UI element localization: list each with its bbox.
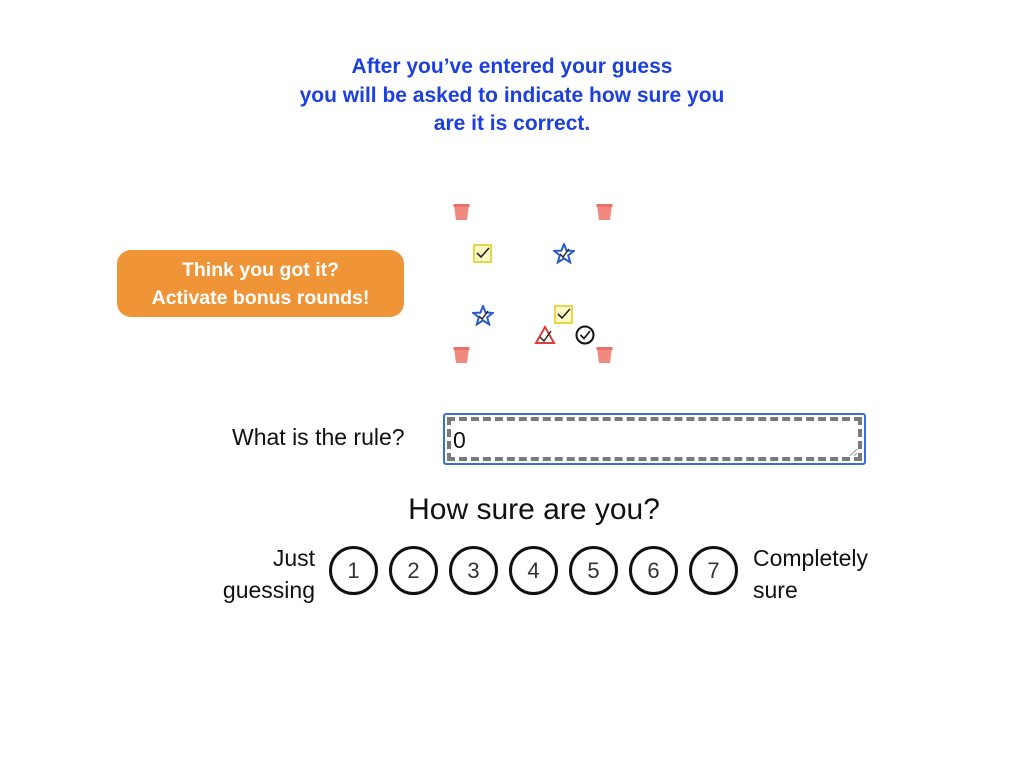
rule-question-label: What is the rule?	[232, 424, 405, 450]
game-arena	[440, 195, 625, 385]
instruction-line-3: are it is correct.	[433, 112, 591, 135]
confidence-option-4[interactable]: 4	[509, 546, 558, 595]
bonus-button-line-1: Think you got it?	[181, 259, 340, 281]
bonus-button-line-2: Activate bonus rounds!	[151, 287, 370, 309]
confidence-option-2[interactable]: 2	[389, 546, 438, 595]
scale-high-label-line-1: Completely	[753, 545, 869, 571]
red-triangle-icon	[534, 325, 556, 344]
rule-input-dashed-border	[447, 417, 862, 461]
confidence-option-3[interactable]: 3	[449, 546, 498, 595]
yellow-check-square-icon	[473, 244, 492, 263]
black-check-circle-icon	[575, 325, 595, 345]
scale-high-label: Completely sure	[753, 542, 913, 606]
scale-low-label: Just guessing	[190, 542, 315, 606]
confidence-title: How sure are you?	[408, 493, 660, 526]
bucket-icon	[596, 347, 613, 363]
resize-grip-icon[interactable]	[848, 447, 858, 457]
confidence-option-6[interactable]: 6	[629, 546, 678, 595]
confidence-option-1[interactable]: 1	[329, 546, 378, 595]
rule-input-value: 0	[453, 427, 466, 453]
instruction-text: After you’ve entered your guess you will…	[262, 53, 762, 139]
scale-low-label-line-2: guessing	[222, 577, 315, 603]
instruction-line-2: you will be asked to indicate how sure y…	[299, 83, 725, 107]
rule-input[interactable]: 0	[443, 413, 866, 465]
confidence-option-5[interactable]: 5	[569, 546, 618, 595]
scale-high-label-line-2: sure	[753, 577, 798, 603]
confidence-option-7[interactable]: 7	[689, 546, 738, 595]
instruction-line-1: After you’ve entered your guess	[351, 55, 673, 78]
blue-star-icon	[553, 243, 575, 264]
blue-star-icon	[472, 305, 494, 326]
bucket-icon	[453, 204, 470, 220]
scale-low-label-line-1: Just	[272, 545, 315, 571]
yellow-check-square-icon	[554, 305, 573, 324]
bucket-icon	[453, 347, 470, 363]
bucket-icon	[596, 204, 613, 220]
activate-bonus-rounds-button[interactable]: Think you got it? Activate bonus rounds!	[117, 250, 404, 317]
